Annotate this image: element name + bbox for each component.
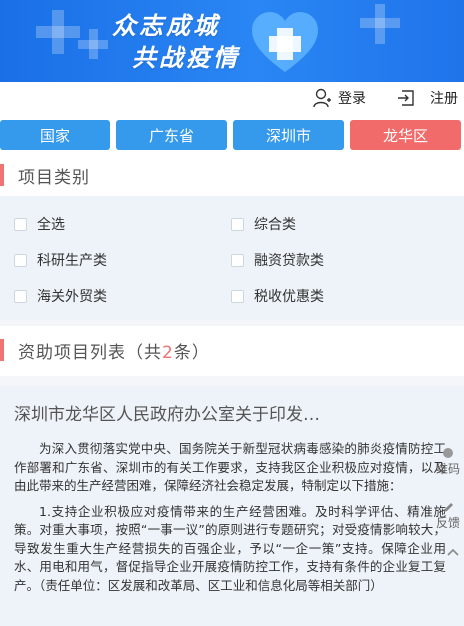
project-card[interactable]: 深圳市龙华区人民政府办公室关于印发… 为深入贯彻落实党中央、国务院关于新型冠状病… [0,386,464,626]
qr-code-label: 维码 [435,462,460,476]
category-label: 融资贷款类 [254,253,324,269]
user-icon [313,88,331,108]
category-label: 综合类 [254,217,296,233]
login-label: 登录 [338,91,366,107]
heart-plus-icon [252,12,318,72]
page: 众志成城 共战疫情 登录 注册 国家 广东省 深圳市 龙华区 项目类别 全选 综… [0,0,464,626]
banner-title-line2: 共战疫情 [132,44,240,72]
qr-code-button[interactable]: 维码 [436,448,460,477]
category-select-all[interactable]: 全选 [14,214,65,234]
campaign-banner: 众志成城 共战疫情 [0,0,464,82]
checkbox[interactable] [14,289,27,303]
category-label: 全选 [37,217,65,233]
project-paragraph: 1.支持企业积极应对疫情带来的生产经营困难。及时科学评估、精准施策。对重大事项，… [14,503,446,593]
login-link[interactable]: 登录 [312,88,366,108]
edit-icon [443,503,453,512]
region-tabs: 国家 广东省 深圳市 龙华区 [0,118,464,156]
auth-bar: 登录 注册 [0,82,464,118]
category-section-header: 项目类别 [0,156,464,196]
category-comprehensive[interactable]: 综合类 [231,214,296,234]
project-body: 为深入贯彻落实党中央、国务院关于新型冠状病毒感染的肺炎疫情防控工作部署和广东省、… [14,440,446,602]
project-count: 2 [162,343,174,363]
back-to-top-button[interactable] [446,546,460,560]
tab-national[interactable]: 国家 [0,120,110,150]
checkbox[interactable] [14,217,27,231]
sign-in-icon [398,90,414,106]
category-label: 科研生产类 [37,253,107,269]
project-list-title: 资助项目列表（共2条） [18,338,210,363]
project-title-link[interactable]: 深圳市龙华区人民政府办公室关于印发… [14,400,320,425]
checkbox[interactable] [14,253,27,267]
checkbox[interactable] [231,217,244,231]
qr-code-icon [442,448,453,458]
project-list-header: 资助项目列表（共2条） [0,326,464,376]
checkbox[interactable] [231,289,244,303]
register-link[interactable]: 注册 [396,88,458,108]
category-label: 税收优惠类 [254,289,324,305]
category-customs-trade[interactable]: 海关外贸类 [14,286,107,306]
project-paragraph: 为深入贯彻落实党中央、国务院关于新型冠状病毒感染的肺炎疫情防控工作部署和广东省、… [14,441,446,493]
category-financing-loans[interactable]: 融资贷款类 [231,250,324,270]
tab-longhua[interactable]: 龙华区 [350,120,461,150]
category-label: 海关外贸类 [37,289,107,305]
arrow-up-icon [447,548,459,556]
list-title-suffix: 条） [173,343,210,363]
banner-title-line1: 众志成城 [112,12,220,40]
category-filter: 全选 综合类 科研生产类 融资贷款类 海关外贸类 税收优惠类 [0,196,464,320]
category-tax-incentives[interactable]: 税收优惠类 [231,286,324,306]
feedback-button[interactable]: 反馈 [436,502,460,531]
tab-guangdong[interactable]: 广东省 [116,120,227,150]
register-label: 注册 [430,91,458,107]
checkbox[interactable] [231,253,244,267]
category-research-production[interactable]: 科研生产类 [14,250,107,270]
category-section-title: 项目类别 [18,168,90,188]
list-title-prefix: 资助项目列表（共 [18,343,162,363]
feedback-label: 反馈 [435,516,460,530]
tab-shenzhen[interactable]: 深圳市 [233,120,344,150]
